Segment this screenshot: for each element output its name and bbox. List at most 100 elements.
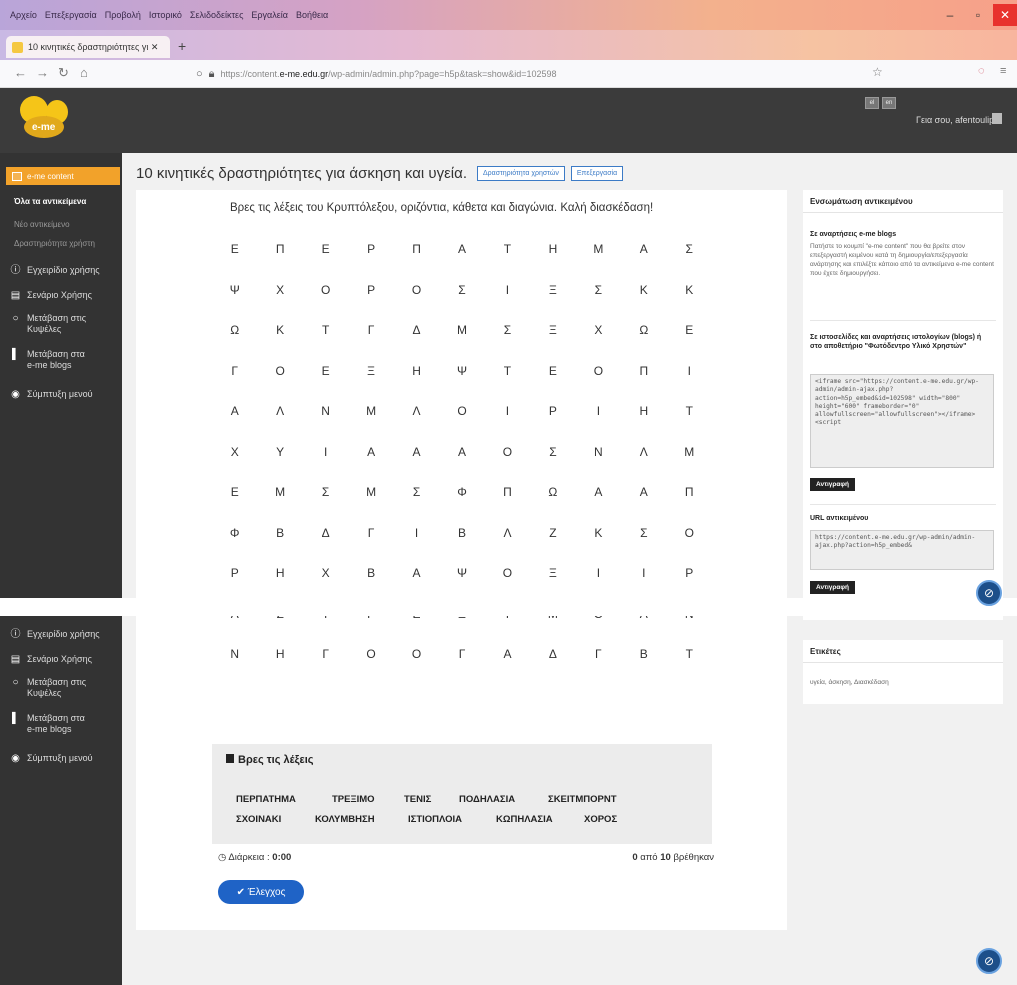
grid-cell[interactable]: Λ [492, 526, 522, 540]
e-me-logo[interactable]: e-me [14, 94, 84, 144]
minimize-icon[interactable]: – [938, 4, 962, 26]
lang-el-button[interactable]: el [865, 97, 879, 109]
sidebar-sub-new-object[interactable]: Νέο αντικείμενο [14, 220, 70, 229]
sidebar-item-manual[interactable]: ⓘ Εγχειρίδιο χρήσης [10, 265, 100, 276]
grid-cell[interactable]: Ε [311, 364, 341, 378]
back-icon[interactable]: ← [14, 65, 27, 80]
grid-cell[interactable]: Ω [538, 485, 568, 499]
grid-cell[interactable]: Τ [492, 364, 522, 378]
grid-cell[interactable]: Ψ [220, 283, 250, 297]
grid-cell[interactable]: Ω [629, 323, 659, 337]
grid-cell[interactable]: Π [402, 242, 432, 256]
grid-cell[interactable]: Ο [402, 647, 432, 661]
url-code-textarea[interactable]: https://content.e-me.edu.gr/wp-admin/adm… [810, 530, 994, 570]
grid-cell[interactable]: Ρ [356, 283, 386, 297]
grid-cell[interactable]: Β [265, 526, 295, 540]
grid-cell[interactable]: Ο [674, 526, 704, 540]
grid-cell[interactable]: Χ [311, 566, 341, 580]
grid-cell[interactable]: Γ [356, 526, 386, 540]
pocket-icon[interactable]: ◌ [978, 65, 985, 77]
grid-cell[interactable]: Ε [538, 364, 568, 378]
user-activity-button[interactable]: Δραστηριότητα χρηστών [476, 165, 565, 181]
sidebar-item-scenario[interactable]: ▤ Σενάριο Χρήσης [10, 290, 92, 301]
grid-cell[interactable]: Ε [311, 242, 341, 256]
forward-icon[interactable]: → [36, 65, 49, 80]
grid-cell[interactable]: Κ [629, 283, 659, 297]
grid-cell[interactable]: Α [583, 485, 613, 499]
grid-cell[interactable]: Μ [356, 485, 386, 499]
grid-cell[interactable]: Π [265, 242, 295, 256]
grid-cell[interactable]: Λ [265, 404, 295, 418]
grid-cell[interactable]: Α [402, 566, 432, 580]
grid-cell[interactable]: Ψ [447, 364, 477, 378]
grid-cell[interactable]: Σ [674, 242, 704, 256]
grid-cell[interactable]: Α [447, 242, 477, 256]
grid-cell[interactable]: Α [356, 445, 386, 459]
grid-cell[interactable]: Α [629, 242, 659, 256]
sidebar-item-blogs[interactable]: ▌ Μετάβαση στα e-me blogs [10, 713, 90, 735]
grid-cell[interactable]: Σ [402, 485, 432, 499]
grid-cell[interactable]: Ξ [356, 364, 386, 378]
bookmark-star-icon[interactable]: ☆ [872, 65, 883, 79]
grid-cell[interactable]: Ν [311, 404, 341, 418]
menu-view[interactable]: Προβολή [105, 10, 141, 20]
grid-cell[interactable]: Γ [583, 647, 613, 661]
grid-cell[interactable]: Φ [447, 485, 477, 499]
grid-cell[interactable]: Γ [220, 364, 250, 378]
maximize-icon[interactable]: ▫ [966, 4, 990, 26]
grid-cell[interactable]: Ε [220, 485, 250, 499]
grid-cell[interactable]: Ι [629, 566, 659, 580]
menu-tools[interactable]: Εργαλεία [251, 10, 288, 20]
grid-cell[interactable]: Κ [674, 283, 704, 297]
grid-cell[interactable]: Δ [538, 647, 568, 661]
tags-list[interactable]: υγεία, άσκηση, Διασκέδαση [810, 678, 994, 687]
grid-cell[interactable]: Τ [674, 404, 704, 418]
grid-cell[interactable]: Ο [402, 283, 432, 297]
grid-cell[interactable]: Τ [674, 647, 704, 661]
grid-cell[interactable]: Ι [583, 566, 613, 580]
sidebar-item-scenario[interactable]: ▤ Σενάριο Χρήσης [10, 654, 92, 665]
grid-cell[interactable]: Κ [583, 526, 613, 540]
grid-cell[interactable]: Μ [447, 323, 477, 337]
grid-cell[interactable]: Η [265, 647, 295, 661]
copy-url-button[interactable]: Αντιγραφή [810, 581, 856, 594]
grid-cell[interactable]: Δ [402, 323, 432, 337]
grid-cell[interactable]: Σ [629, 526, 659, 540]
grid-cell[interactable]: Α [402, 445, 432, 459]
grid-cell[interactable]: Π [492, 485, 522, 499]
sidebar-item-blogs[interactable]: ▌ Μετάβαση στα e-me blogs [10, 349, 90, 371]
grid-cell[interactable]: Μ [265, 485, 295, 499]
grid-cell[interactable]: Ι [583, 404, 613, 418]
grid-cell[interactable]: Ι [492, 404, 522, 418]
grid-cell[interactable]: Η [538, 242, 568, 256]
sidebar-sub-all-objects[interactable]: Όλα τα αντικείμενα [14, 197, 86, 206]
grid-cell[interactable]: Η [402, 364, 432, 378]
grid-cell[interactable]: Ι [674, 364, 704, 378]
menu-help[interactable]: Βοήθεια [296, 10, 328, 20]
grid-cell[interactable]: Β [629, 647, 659, 661]
lang-en-button[interactable]: en [882, 97, 896, 109]
copy-iframe-button[interactable]: Αντιγραφή [810, 478, 856, 491]
grid-cell[interactable]: Α [492, 647, 522, 661]
grid-cell[interactable]: Σ [311, 485, 341, 499]
browser-tab[interactable]: 10 κινητικές δραστηριότητες γι ✕ [6, 36, 170, 58]
menu-file[interactable]: Αρχείο [10, 10, 37, 20]
grid-cell[interactable]: Ν [583, 445, 613, 459]
grid-cell[interactable]: Ξ [538, 323, 568, 337]
sidebar-sub-user-activity[interactable]: Δραστηριότητα χρήστη [14, 239, 95, 248]
grid-cell[interactable]: Ξ [538, 566, 568, 580]
grid-cell[interactable]: Λ [629, 445, 659, 459]
grid-cell[interactable]: Η [265, 566, 295, 580]
new-tab-button[interactable]: + [178, 38, 186, 54]
grid-cell[interactable]: Τ [492, 242, 522, 256]
grid-cell[interactable]: Α [447, 445, 477, 459]
e-me-accessibility-icon[interactable]: ⊘ [976, 580, 1002, 606]
sidebar-item-collapse[interactable]: ◉ Σύμπτυξη μενού [10, 753, 92, 764]
grid-cell[interactable]: Λ [402, 404, 432, 418]
grid-cell[interactable]: Ρ [356, 242, 386, 256]
close-window-icon[interactable]: ✕ [993, 4, 1017, 26]
grid-cell[interactable]: Σ [447, 283, 477, 297]
grid-cell[interactable]: Ι [311, 445, 341, 459]
user-greeting[interactable]: Γεια σου, afentoulip [916, 115, 994, 125]
grid-cell[interactable]: Δ [311, 526, 341, 540]
